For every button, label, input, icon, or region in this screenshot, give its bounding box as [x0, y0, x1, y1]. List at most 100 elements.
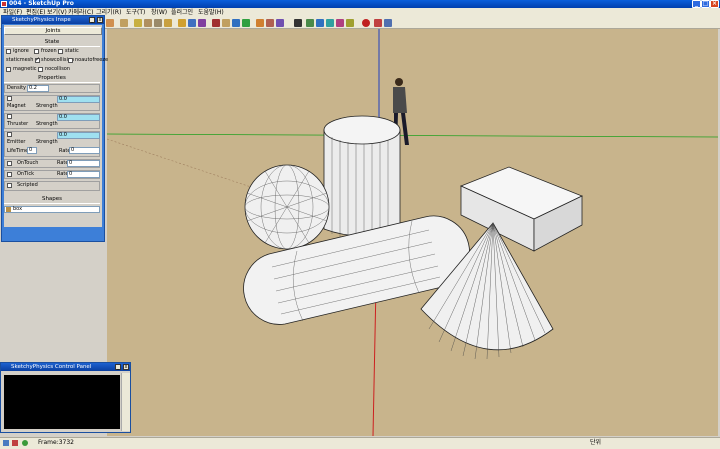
frozen-checkbox[interactable] [34, 49, 39, 54]
menu-tools[interactable]: 도구(T) [126, 8, 145, 18]
motor-icon[interactable] [198, 19, 206, 27]
ontouch-checkbox[interactable] [7, 161, 12, 166]
scripted-checkbox[interactable] [7, 183, 12, 188]
emitter-checkbox[interactable] [7, 132, 12, 137]
universal-joint-icon[interactable] [276, 19, 284, 27]
maximize-icon[interactable]: □ [701, 0, 710, 8]
frame-counter: Frame:3732 [38, 439, 74, 446]
green-axis [107, 133, 718, 138]
sphere-shape[interactable] [244, 164, 330, 250]
ontouch-rate-field[interactable]: 0 [67, 160, 100, 167]
magnet-label: Magnet [7, 103, 26, 109]
wand-icon[interactable] [346, 19, 354, 27]
cylinder-icon[interactable] [144, 19, 152, 27]
control-panel-titlebar[interactable]: SketchyPhysics Control Panel _ x [1, 363, 130, 371]
record-icon[interactable] [306, 19, 314, 27]
joint-connect-icon[interactable] [326, 19, 334, 27]
spring-icon[interactable] [232, 19, 240, 27]
menu-window[interactable]: 창(W) [151, 8, 167, 18]
box-shape[interactable] [459, 166, 583, 252]
units-label: 단위 [590, 439, 602, 446]
control-panel-window: SketchyPhysics Control Panel _ x [0, 362, 131, 433]
thruster-strength-label: Strength [36, 121, 58, 127]
density-label: Density [7, 85, 27, 91]
servo-icon[interactable] [188, 19, 196, 27]
inspector-body: Joints State ignore frozen static static… [4, 25, 108, 227]
inspector-minimize-icon[interactable]: _ [89, 17, 95, 23]
cone-icon[interactable] [154, 19, 162, 27]
shape-field[interactable]: box [4, 206, 100, 213]
properties-header: Properties [4, 75, 100, 83]
staticmesh-label: staticmesh [6, 57, 34, 63]
credits-icon[interactable] [12, 440, 18, 446]
wedge-icon[interactable] [164, 19, 172, 27]
cube-icon[interactable] [134, 19, 142, 27]
window-titlebar[interactable]: 004 - SketchUp Pro _ □ × [0, 0, 720, 8]
frozen-label: frozen [41, 48, 57, 54]
sketchup-app-icon [1, 1, 7, 7]
axis-dashed [107, 138, 258, 190]
thruster-checkbox[interactable] [7, 114, 12, 119]
help-icon[interactable] [22, 440, 28, 446]
cylinder-shape[interactable] [323, 115, 401, 240]
control-panel-close-icon[interactable]: x [123, 364, 129, 370]
slider-joint-icon[interactable] [222, 19, 230, 27]
magnetic-checkbox[interactable] [6, 67, 11, 72]
ignore-label: ignore [13, 48, 29, 54]
modeling-viewport[interactable] [107, 29, 718, 436]
scripted-label: Scripted [17, 182, 38, 188]
ignore-checkbox[interactable] [6, 49, 11, 54]
thruster-strength-field[interactable]: 0.0 [57, 114, 100, 121]
control-panel-scrollbar[interactable] [121, 373, 130, 431]
reset-icon[interactable] [294, 19, 302, 27]
minimize-icon[interactable]: _ [692, 0, 701, 8]
corkscrew-icon[interactable] [242, 19, 250, 27]
capsule-tool-icon[interactable] [120, 19, 128, 27]
select-joint-icon[interactable] [374, 19, 382, 27]
piston-icon[interactable] [212, 19, 220, 27]
menu-help[interactable]: 도움말(H) [198, 8, 224, 18]
density-field[interactable]: 0.2 [27, 85, 49, 92]
inspector-title: SketchyPhysics Inspe [12, 17, 71, 23]
pin-icon[interactable] [336, 19, 344, 27]
toolbar [0, 18, 720, 29]
scene-canvas [107, 29, 718, 436]
ui-icon[interactable] [316, 19, 324, 27]
control-panel-minimize-icon[interactable]: _ [115, 364, 121, 370]
lifetime-field[interactable]: 0 [27, 147, 37, 154]
inspector-icon[interactable] [384, 19, 392, 27]
nocollison-label: nocollison [45, 66, 71, 72]
ontick-checkbox[interactable] [7, 172, 12, 177]
emitter-strength-field[interactable]: 0.0 [57, 132, 100, 139]
magnet-strength-field[interactable]: 0.0 [57, 96, 100, 103]
magnetic-label: magnetic [13, 66, 37, 72]
ontick-rate-field[interactable]: 0 [67, 171, 100, 178]
emitter-label: Emitter [7, 139, 26, 145]
stop-icon[interactable] [362, 19, 370, 27]
cone-tool-icon[interactable] [106, 19, 114, 27]
inspector-close-icon[interactable]: x [97, 17, 103, 23]
lifetime-label: LifeTime [7, 148, 29, 154]
gear-icon[interactable] [256, 19, 264, 27]
ball-joint-icon[interactable] [266, 19, 274, 27]
nocollison-checkbox[interactable] [38, 67, 43, 72]
emitter-strength-label: Strength [36, 139, 58, 145]
close-icon[interactable]: × [710, 0, 719, 8]
noautofreeze-label: noautofreeze [75, 57, 109, 63]
joints-button[interactable]: Joints [4, 27, 102, 35]
geo-location-icon[interactable] [3, 440, 9, 446]
noautofreeze-checkbox[interactable] [68, 58, 73, 63]
status-bar: Frame:3732 단위 [0, 437, 720, 449]
magnet-checkbox[interactable] [7, 96, 12, 101]
menu-plugins[interactable]: 플러그인 [171, 8, 193, 18]
shapes-header: Shapes [4, 196, 100, 204]
static-label: static [65, 48, 79, 54]
rate-field[interactable]: 0 [69, 147, 100, 154]
hinge-icon[interactable] [178, 19, 186, 27]
showcollision-checkbox[interactable] [35, 56, 40, 63]
inspector-titlebar[interactable]: SketchyPhysics Inspe _ x [2, 16, 104, 24]
static-checkbox[interactable] [58, 49, 63, 54]
shape-box-icon [6, 207, 11, 212]
magnet-strength-label: Strength [36, 103, 58, 109]
physics-inspector-panel: SketchyPhysics Inspe _ x Joints State ig… [1, 15, 108, 242]
